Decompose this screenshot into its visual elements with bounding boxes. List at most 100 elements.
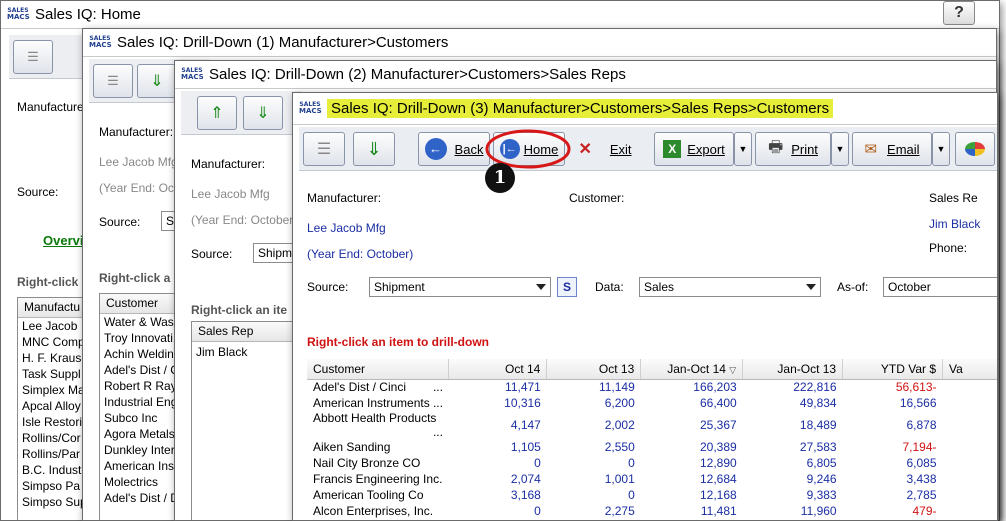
drilldown2-source-label: Source: bbox=[191, 247, 233, 261]
drilldown3-title: Sales IQ: Drill-Down (3) Manufacturer>Cu… bbox=[327, 99, 834, 118]
email-icon: ✉ bbox=[864, 141, 878, 158]
drilldown2-sales-rep-list[interactable]: Sales Rep Jim Black bbox=[191, 321, 301, 520]
drilldown3-blank-button[interactable]: ☰ bbox=[303, 132, 345, 166]
email-button-label: Email bbox=[887, 141, 920, 157]
row-customer: American Tooling Co bbox=[313, 488, 424, 502]
drilldown3-phone-label: Phone: bbox=[929, 241, 968, 255]
table-row[interactable]: Francis Engineering Inc. 2,074 1,001 12,… bbox=[307, 471, 997, 487]
drilldown1-year-end: (Year End: Oc bbox=[99, 181, 174, 195]
row-oct13: 11,149 bbox=[598, 380, 635, 395]
table-row[interactable]: Adel's Dist / Cinci... 11,471 11,149 166… bbox=[307, 379, 997, 395]
table-row[interactable]: Nail City Bronze CO 0 0 12,890 6,805 6,0… bbox=[307, 455, 997, 471]
drilldown2-manufacturer-label: Manufacturer: bbox=[191, 157, 266, 171]
row-oct14: 4,147 bbox=[510, 418, 541, 432]
drilldown3-toolbar: ☰ ⇓ ← Back |← Home ✕ Exit X Export ▼ 🖶 P… bbox=[299, 127, 997, 171]
drill-down-icon: ⇓ bbox=[150, 73, 164, 90]
drilldown3-right-click-hint: Right-click an item to drill-down bbox=[307, 335, 490, 349]
row-oct14: 3,168 bbox=[510, 488, 541, 502]
source-select[interactable]: Shipment bbox=[369, 277, 551, 297]
exit-x-icon: ✕ bbox=[578, 141, 592, 158]
col-header-jan-oct13[interactable]: Jan-Oct 13 bbox=[742, 359, 844, 380]
chart-button[interactable] bbox=[955, 132, 995, 166]
print-dropdown-button[interactable]: ▼ bbox=[831, 132, 849, 166]
export-button-label: Export bbox=[687, 141, 725, 157]
row-customer: Adel's Dist / Cinci bbox=[313, 380, 406, 395]
exit-button-label: Exit bbox=[609, 141, 632, 157]
as-of-select-value: October bbox=[888, 280, 931, 294]
macs-logo-icon: SALES MACS bbox=[181, 66, 204, 81]
row-oct14: 11,471 bbox=[505, 380, 541, 395]
drilldown1-source-label: Source: bbox=[99, 215, 141, 229]
export-dropdown-button[interactable]: ▼ bbox=[734, 132, 752, 166]
drilldown1-right-click-hint: Right-click a bbox=[99, 271, 171, 285]
drilldown2-toolbar: ⇑ ⇓ bbox=[181, 91, 301, 135]
drilldown3-manufacturer-value[interactable]: Lee Jacob Mfg bbox=[307, 221, 386, 235]
drilldown3-sales-rep-value[interactable]: Jim Black bbox=[929, 217, 980, 231]
table-row[interactable]: American Instruments... 10,316 6,200 66,… bbox=[307, 395, 997, 411]
row-ytd-var: 479- bbox=[912, 504, 937, 518]
as-of-select[interactable]: October bbox=[883, 277, 997, 297]
row-ytd-var: 6,878 bbox=[906, 418, 937, 432]
row-oct13: 2,275 bbox=[604, 504, 635, 518]
table-row[interactable]: Abbott Health Products... 4,147 2,002 25… bbox=[307, 411, 997, 439]
list-item[interactable]: Jim Black bbox=[192, 344, 300, 360]
table-row[interactable]: Alcon Enterprises, Inc. 0 2,275 11,481 1… bbox=[307, 503, 997, 519]
drilldown3-source-label: Source: bbox=[307, 280, 349, 294]
s-button[interactable]: S bbox=[557, 277, 577, 297]
row-jan-oct13: 222,816 bbox=[793, 380, 837, 395]
row-jan-oct13: 49,834 bbox=[799, 396, 837, 410]
drill-down-icon: ⇓ bbox=[366, 138, 382, 159]
row-jan-oct13: 11,960 bbox=[800, 504, 837, 518]
row-customer: American Instruments bbox=[313, 396, 430, 410]
drilldown2-up-button[interactable]: ⇑ bbox=[197, 96, 237, 130]
drilldown2-drill-button[interactable]: ⇓ bbox=[243, 96, 283, 130]
row-customer: Nail City Bronze CO bbox=[313, 456, 421, 470]
email-dropdown-button[interactable]: ▼ bbox=[932, 132, 950, 166]
drilldown3-drill-button[interactable]: ⇓ bbox=[353, 132, 395, 166]
customer-sales-table[interactable]: Customer Oct 14 Oct 13 Jan-Oct 14 ▽ Jan-… bbox=[307, 359, 997, 519]
data-select[interactable]: Sales bbox=[639, 277, 821, 297]
printer-icon: 🖶 bbox=[768, 138, 784, 156]
home-manufacturer-label: Manufacturer bbox=[17, 100, 88, 114]
drilldown2-list-header[interactable]: Sales Rep bbox=[192, 322, 300, 342]
exit-button[interactable]: ✕ Exit bbox=[569, 132, 641, 166]
row-oct13: 0 bbox=[628, 488, 635, 502]
overview-tab[interactable]: Overvi bbox=[43, 233, 83, 248]
chevron-down-icon: ▼ bbox=[936, 144, 946, 154]
drilldown1-drill-button[interactable]: ⇓ bbox=[137, 64, 177, 98]
col-header-customer[interactable]: Customer bbox=[307, 359, 450, 380]
drilldown1-blank-button[interactable]: ☰ bbox=[93, 64, 133, 98]
col-header-ytd-var[interactable]: YTD Var $ bbox=[842, 359, 944, 380]
table-row[interactable]: American Tooling Co 3,168 0 12,168 9,383… bbox=[307, 487, 997, 503]
drilldown2-year-end: (Year End: October bbox=[191, 213, 294, 227]
print-button[interactable]: 🖶 Print bbox=[755, 132, 831, 166]
row-jan-oct13: 18,489 bbox=[799, 418, 837, 432]
row-jan-oct14: 12,168 bbox=[699, 488, 737, 502]
row-customer: Aiken Sanding bbox=[313, 440, 391, 454]
col-header-oct14[interactable]: Oct 14 bbox=[448, 359, 548, 380]
source-select-value: Shipment bbox=[374, 280, 425, 294]
row-jan-oct14: 25,367 bbox=[699, 418, 737, 432]
col-header-oct13[interactable]: Oct 13 bbox=[546, 359, 642, 380]
row-oct13: 2,550 bbox=[604, 440, 635, 454]
home-toolbar-blank-button[interactable]: ☰ bbox=[13, 40, 53, 74]
row-oct14: 2,074 bbox=[510, 472, 541, 486]
table-row[interactable]: Aiken Sanding 1,105 2,550 20,389 27,583 … bbox=[307, 439, 997, 455]
col-header-var-pct[interactable]: Va bbox=[942, 359, 997, 380]
email-button[interactable]: ✉ Email bbox=[852, 132, 932, 166]
col-header-jan-oct14[interactable]: Jan-Oct 14 ▽ bbox=[640, 359, 744, 380]
row-oct14: 10,316 bbox=[504, 396, 541, 410]
export-button[interactable]: X Export bbox=[654, 132, 734, 166]
drilldown1-manufacturer-value: Lee Jacob Mfg bbox=[99, 155, 178, 169]
table-header-row: Customer Oct 14 Oct 13 Jan-Oct 14 ▽ Jan-… bbox=[307, 359, 997, 380]
drilldown3-sales-rep-label: Sales Re bbox=[929, 191, 978, 205]
drilldown2-source-select[interactable]: Shipm bbox=[253, 243, 297, 263]
drilldown1-title: Sales IQ: Drill-Down (1) Manufacturer>Cu… bbox=[117, 34, 449, 51]
back-button[interactable]: ← Back bbox=[418, 132, 490, 166]
help-button[interactable]: ? bbox=[943, 1, 975, 25]
drill-up-icon: ⇑ bbox=[210, 105, 224, 122]
home-titlebar: SALES MACS Sales IQ: Home bbox=[1, 1, 999, 29]
row-jan-oct14: 166,203 bbox=[693, 380, 737, 395]
row-ytd-var: 56,613- bbox=[895, 380, 937, 395]
drilldown2-right-click-hint: Right-click an ite bbox=[191, 303, 288, 317]
